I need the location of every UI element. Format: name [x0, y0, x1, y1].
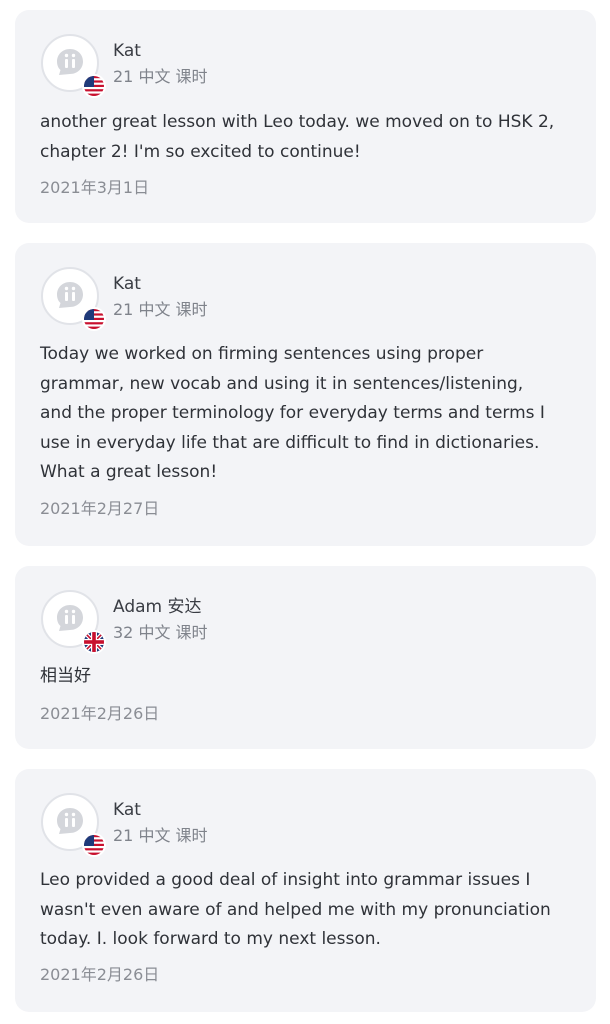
lesson-count: 21 中文 课时: [113, 300, 208, 319]
review-text: 相当好: [40, 662, 580, 692]
review-line: Today we worked on firming sentences usi…: [40, 344, 484, 364]
reviewer-name[interactable]: Kat: [113, 273, 141, 295]
review-line: chapter 2! I'm so excited to continue!: [40, 141, 361, 162]
avatar[interactable]: [41, 793, 106, 857]
review-line: 相当好: [40, 666, 91, 686]
avatar[interactable]: [41, 267, 106, 331]
italki-logo-icon: [57, 605, 83, 631]
review-line: wasn't even aware of and helped me with …: [40, 899, 551, 920]
review-card[interactable]: Kat 21 中文 课时 Today we worked on firming …: [15, 243, 596, 546]
avatar[interactable]: [41, 590, 106, 654]
review-line: grammar, new vocab and using it in sente…: [40, 373, 524, 394]
lesson-count: 21 中文 课时: [113, 67, 208, 86]
review-text: another great lesson with Leo today. we …: [40, 108, 580, 167]
review-line: today. I. look forward to my next lesson…: [40, 929, 381, 949]
us-flag-icon: [82, 307, 106, 331]
uk-flag-icon: [82, 630, 106, 654]
review-date: 2021年3月1日: [40, 178, 150, 197]
review-card[interactable]: Kat 21 中文 课时 Leo provided a good deal of…: [15, 769, 596, 1012]
italki-logo-icon: [57, 808, 83, 834]
review-card[interactable]: Adam 安达 32 中文 课时 相当好 2021年2月26日: [15, 566, 596, 749]
review-text: Today we worked on firming sentences usi…: [40, 340, 580, 488]
review-list: Kat 21 中文 课时 another great lesson with L…: [0, 0, 610, 1024]
review-line: another great lesson with Leo today. we …: [40, 112, 555, 132]
review-line: What a great lesson!: [40, 462, 218, 482]
review-card[interactable]: Kat 21 中文 课时 another great lesson with L…: [15, 10, 596, 223]
review-line: Leo provided a good deal of insight into…: [40, 870, 531, 890]
review-date: 2021年2月26日: [40, 704, 160, 723]
reviewer-name[interactable]: Kat: [113, 40, 141, 62]
italki-logo-icon: [57, 282, 83, 308]
lesson-count: 21 中文 课时: [113, 826, 208, 845]
lesson-count: 32 中文 课时: [113, 623, 208, 642]
review-line: and the proper terminology for everyday …: [40, 403, 545, 423]
reviewer-name[interactable]: Adam 安达: [113, 596, 202, 618]
avatar[interactable]: [41, 34, 106, 98]
italki-logo-icon: [57, 49, 83, 75]
review-date: 2021年2月27日: [40, 499, 160, 518]
review-text: Leo provided a good deal of insight into…: [40, 866, 580, 955]
us-flag-icon: [82, 74, 106, 98]
reviewer-name[interactable]: Kat: [113, 799, 141, 821]
us-flag-icon: [82, 833, 106, 857]
review-date: 2021年2月26日: [40, 965, 160, 984]
review-line: use in everyday life that are difficult …: [40, 432, 540, 453]
